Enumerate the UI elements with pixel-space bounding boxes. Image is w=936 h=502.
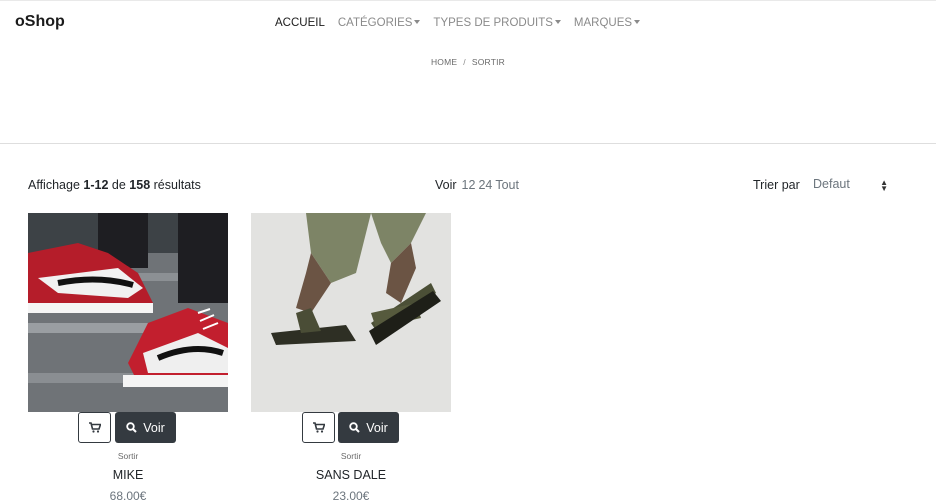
nav-item-home-label: ACCUEIL — [275, 17, 325, 29]
caret-down-icon — [634, 20, 641, 24]
view-product-button[interactable]: Voir — [115, 412, 176, 443]
nav-item-categories-label: CATÉGORIES — [337, 17, 413, 29]
results-total: 158 — [129, 178, 151, 192]
search-icon — [126, 422, 137, 433]
breadcrumb: HOME / SORTIR — [0, 57, 936, 67]
sort-select[interactable]: Defaut ▲ ▼ — [813, 177, 891, 195]
product-image[interactable] — [251, 213, 451, 412]
per-page-label: Voir — [435, 178, 457, 192]
product-image[interactable] — [28, 213, 228, 412]
nav-item-home[interactable]: ACCUEIL — [275, 17, 325, 29]
results-suffix: résultats — [153, 178, 201, 192]
product-actions: Voir — [28, 412, 228, 443]
product-image-sneakers — [28, 213, 228, 412]
sort-icon: ▲ ▼ — [880, 178, 888, 193]
cart-icon — [312, 422, 325, 433]
per-page-option-all[interactable]: Tout — [495, 178, 519, 192]
per-page-option-12[interactable]: 12 — [462, 178, 476, 192]
nav-item-types[interactable]: TYPES DE PRODUITS — [433, 17, 561, 29]
per-page-option-24[interactable]: 24 — [478, 178, 492, 192]
per-page-selector: Voir 12 24 Tout — [435, 178, 519, 192]
add-to-cart-button[interactable] — [78, 412, 111, 443]
product-category[interactable]: Sortir — [28, 451, 228, 461]
product-card: Voir Sortir SANS DALE 23.00€ — [251, 213, 451, 502]
product-image-sandals — [251, 213, 451, 412]
cart-icon — [88, 422, 101, 433]
view-product-button[interactable]: Voir — [338, 412, 399, 443]
main-nav: ACCUEIL CATÉGORIES TYPES DE PRODUITS MAR… — [275, 17, 653, 29]
breadcrumb-separator: / — [463, 57, 466, 67]
sort-select-value: Defaut — [813, 177, 850, 191]
results-of: de — [111, 178, 126, 192]
product-card: Voir Sortir MIKE 68.00€ — [28, 213, 228, 502]
add-to-cart-button[interactable] — [302, 412, 335, 443]
product-name[interactable]: SANS DALE — [251, 468, 451, 482]
product-price: 23.00€ — [332, 489, 370, 502]
brand-logo[interactable]: oShop — [15, 13, 65, 31]
caret-down-icon — [414, 20, 421, 24]
nav-item-types-label: TYPES DE PRODUITS — [433, 17, 553, 29]
results-prefix: Affichage — [28, 178, 80, 192]
view-product-label: Voir — [143, 420, 165, 435]
nav-item-categories[interactable]: CATÉGORIES — [338, 17, 421, 29]
header-divider — [0, 143, 936, 144]
product-actions: Voir — [251, 412, 451, 443]
product-category[interactable]: Sortir — [251, 451, 451, 461]
view-product-label: Voir — [366, 420, 388, 435]
results-range: 1-12 — [83, 178, 109, 192]
search-icon — [349, 422, 360, 433]
results-count: Affichage 1-12 de 158 résultats — [28, 178, 201, 192]
breadcrumb-home[interactable]: HOME — [431, 57, 457, 67]
top-border — [0, 0, 936, 1]
product-name[interactable]: MIKE — [28, 468, 228, 482]
nav-item-brands[interactable]: MARQUES — [573, 17, 641, 29]
breadcrumb-current: SORTIR — [471, 57, 506, 67]
nav-item-brands-label: MARQUES — [573, 17, 633, 29]
product-price: 68.00€ — [109, 489, 147, 502]
sort-label: Trier par — [753, 178, 800, 192]
caret-down-icon — [554, 20, 561, 24]
